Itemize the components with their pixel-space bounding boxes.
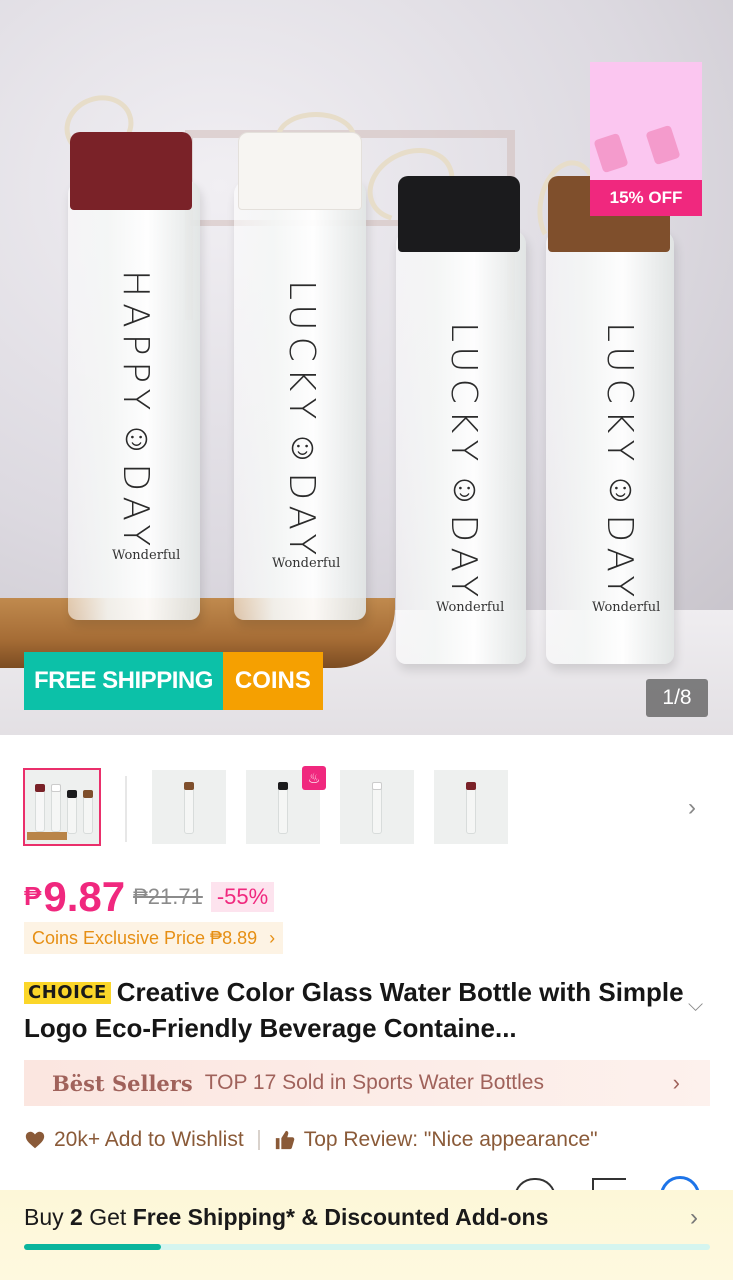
thumbs-up-icon (275, 1130, 294, 1150)
coins-exclusive-label: Coins Exclusive Price ₱8.89 (32, 928, 258, 948)
coins-tag: COINS (222, 652, 323, 710)
thumbnail-4[interactable] (340, 770, 414, 844)
action-icons (512, 1170, 712, 1216)
thumbnail-5[interactable] (434, 770, 508, 844)
discount-badge: 15% OFF (590, 62, 702, 216)
current-price: 9.87 (43, 873, 126, 920)
bottle-cap (398, 176, 520, 252)
product-title[interactable]: CHOICE Creative Color Glass Water Bottle … (24, 974, 684, 1046)
wishlist-count[interactable]: 20k+ Add to Wishlist (54, 1128, 244, 1152)
bottle-sublabel: Wonderful (436, 600, 505, 615)
choice-badge: CHOICE (24, 982, 111, 1004)
image-pager: 1/8 (646, 679, 708, 717)
bundle-offer: Free Shipping* & Discounted Add-ons (132, 1204, 549, 1230)
bottle-sublabel: Wonderful (112, 548, 181, 563)
divider (257, 1130, 260, 1150)
bundle-progress-fill (24, 1244, 162, 1250)
coins-exclusive-price[interactable]: Coins Exclusive Price ₱8.89 › (24, 922, 284, 954)
bottle-label: LUCKY☺DAY (281, 280, 322, 562)
product-title-text: Creative Color Glass Water Bottle with S… (24, 977, 684, 1043)
chevron-right-icon[interactable]: › (688, 794, 696, 822)
free-shipping-tag: FREE SHIPPING (24, 652, 223, 710)
thumbnail-strip: ♨ › (0, 766, 733, 848)
chevron-right-icon: › (672, 1070, 680, 1095)
fire-icon: ♨ (302, 766, 326, 790)
product-image-carousel[interactable]: HAPPY☺DAY Wonderful LUCKY☺DAY Wonderful … (0, 0, 733, 735)
bottle-cap (238, 132, 362, 210)
thumbnail-1[interactable] (23, 768, 101, 846)
top-review[interactable]: Top Review: "Nice appearance" (304, 1128, 598, 1152)
bundle-progress-track (24, 1244, 710, 1250)
bundle-offer-banner[interactable]: Buy 2 Get Free Shipping* & Discounted Ad… (0, 1190, 733, 1280)
bottle-cap (70, 132, 192, 210)
heart-icon (25, 1131, 45, 1149)
original-price: ₱21.71 (133, 884, 203, 909)
bundle-qty: 2 (70, 1204, 83, 1230)
chevron-right-icon: › (269, 928, 276, 948)
promo-tags: FREE SHIPPING COINS (24, 652, 323, 710)
bottle-sublabel: Wonderful (272, 556, 341, 571)
thumbnail-2[interactable] (152, 770, 226, 844)
price-row: ₱ 9.87 ₱21.71 -55% (24, 870, 275, 920)
discount-percent: -55% (210, 882, 275, 912)
social-proof-row: 20k+ Add to Wishlist Top Review: "Nice a… (24, 1122, 598, 1158)
bundle-offer-text: Buy 2 Get Free Shipping* & Discounted Ad… (24, 1204, 549, 1230)
bottle-label: HAPPY☺DAY (115, 270, 156, 553)
bottle-sublabel: Wonderful (592, 600, 661, 615)
currency-symbol: ₱ (24, 881, 42, 911)
discount-badge-label: 15% OFF (590, 180, 702, 216)
best-sellers-label: Bëst Sellers (52, 1070, 193, 1096)
chevron-right-icon: › (690, 1204, 698, 1231)
best-sellers-bar[interactable]: Bëst Sellers TOP 17 Sold in Sports Water… (24, 1060, 710, 1106)
chevron-down-icon[interactable]: ⌵ (688, 994, 703, 1017)
bottle-label: LUCKY☺DAY (599, 322, 640, 604)
best-sellers-rank: TOP 17 Sold in Sports Water Bottles (204, 1071, 544, 1094)
bottle-label: LUCKY☺DAY (443, 322, 484, 604)
